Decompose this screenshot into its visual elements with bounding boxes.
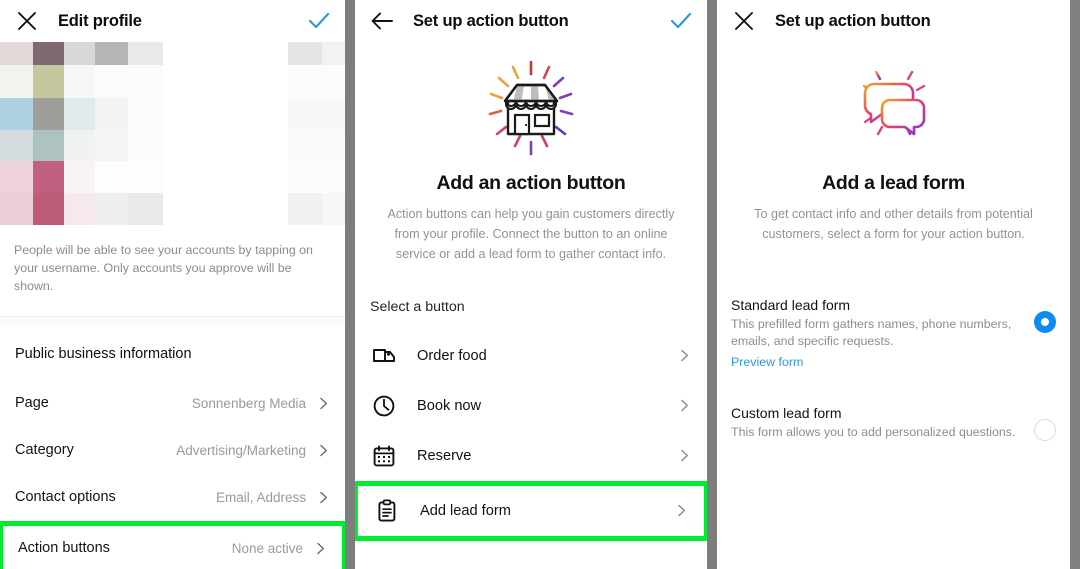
check-icon[interactable] (307, 9, 331, 33)
chevron-right-icon (678, 399, 691, 412)
option-title: Standard lead form (731, 296, 851, 313)
chevron-right-icon (317, 491, 330, 504)
speech-bubbles-icon (717, 58, 1070, 162)
close-icon[interactable] (14, 8, 40, 34)
hero-title: Add an action button (436, 172, 626, 194)
blurred-profile-preview (0, 42, 345, 228)
hero-description: Action buttons can help you gain custome… (387, 207, 675, 261)
preview-form-link[interactable]: Preview form (731, 355, 1024, 369)
row-category[interactable]: Category Advertising/Marketing (0, 426, 345, 474)
row-action-buttons[interactable]: Action buttons None active (3, 525, 342, 569)
screen-set-up-action-button: Set up action button Add an action butto… (355, 0, 707, 569)
accounts-visibility-note: People will be able to see your accounts… (14, 243, 313, 293)
option-label: Add lead form (420, 502, 511, 519)
option-order-food[interactable]: Order food (355, 330, 707, 381)
option-description: This form allows you to add personalized… (731, 425, 1016, 439)
row-value: Sonnenberg Media (191, 395, 306, 411)
right-hero: Add a lead form To get contact info and … (717, 42, 1070, 245)
radio-custom-lead-form[interactable] (1034, 419, 1056, 441)
three-screen-comparison: Edit profile People will be able to see … (0, 0, 1080, 569)
option-book-now[interactable]: Book now (355, 380, 707, 431)
row-value: None active (231, 540, 303, 556)
chevron-right-icon (317, 444, 330, 457)
close-icon[interactable] (731, 8, 757, 34)
chevron-right-icon (314, 542, 327, 555)
row-page[interactable]: Page Sonnenberg Media (0, 379, 345, 427)
option-label: Order food (417, 347, 487, 364)
lead-form-option-standard[interactable]: Standard lead form This prefilled form g… (717, 297, 1070, 369)
screen-add-lead-form: Set up action button Add a lead form To … (717, 0, 1070, 569)
highlight-box-add-lead-form: Add lead form (355, 480, 707, 541)
option-reserve[interactable]: Reserve (355, 430, 707, 481)
check-icon[interactable] (669, 9, 693, 33)
mid-topbar: Set up action button (355, 0, 707, 42)
radio-standard-lead-form[interactable] (1034, 310, 1056, 333)
screen-separator-right (707, 0, 717, 569)
section-title-public-business-information: Public business information (15, 345, 192, 362)
delivery-truck-icon (371, 345, 397, 367)
calendar-icon (371, 444, 397, 468)
page-title: Set up action button (413, 11, 569, 30)
row-label: Page (15, 395, 49, 412)
right-topbar: Set up action button (717, 0, 1070, 42)
hero-description: To get contact info and other details fr… (754, 207, 1033, 241)
row-label: Contact options (15, 489, 116, 506)
option-add-lead-form[interactable]: Add lead form (358, 485, 704, 536)
chevron-right-icon (678, 349, 691, 362)
option-label: Book now (417, 397, 482, 414)
left-topbar: Edit profile (0, 0, 345, 42)
chevron-right-icon (675, 504, 688, 517)
option-title: Custom lead form (731, 405, 842, 421)
row-label: Category (15, 442, 74, 459)
page-title: Edit profile (58, 11, 142, 30)
option-text-block: Standard lead form This prefilled form g… (731, 297, 1034, 369)
select-a-button-label: Select a button (370, 298, 465, 315)
option-text-block: Custom lead form This form allows you to… (731, 405, 1034, 442)
row-contact-options[interactable]: Contact options Email, Address (0, 473, 345, 521)
clipboard-icon (374, 499, 400, 523)
arrow-left-icon[interactable] (369, 8, 395, 34)
chevron-right-icon (317, 397, 330, 410)
option-description: This prefilled form gathers names, phone… (731, 316, 1012, 349)
section-gap (0, 316, 345, 326)
row-value: Advertising/Marketing (176, 442, 306, 458)
chevron-right-icon (678, 449, 691, 462)
row-value: Email, Address (215, 489, 306, 505)
storefront-icon (355, 58, 707, 162)
page-title: Set up action button (775, 11, 931, 30)
screen-edit-profile: Edit profile People will be able to see … (0, 0, 345, 569)
mid-hero: Add an action button Action buttons can … (355, 42, 707, 265)
highlight-box-action-buttons: Action buttons None active (0, 520, 345, 569)
lead-form-option-custom[interactable]: Custom lead form This form allows you to… (717, 405, 1070, 442)
clock-icon (371, 394, 397, 418)
screen-separator-left (345, 0, 355, 569)
hero-title: Add a lead form (822, 172, 965, 194)
row-label: Action buttons (18, 540, 110, 557)
option-label: Reserve (417, 447, 472, 464)
